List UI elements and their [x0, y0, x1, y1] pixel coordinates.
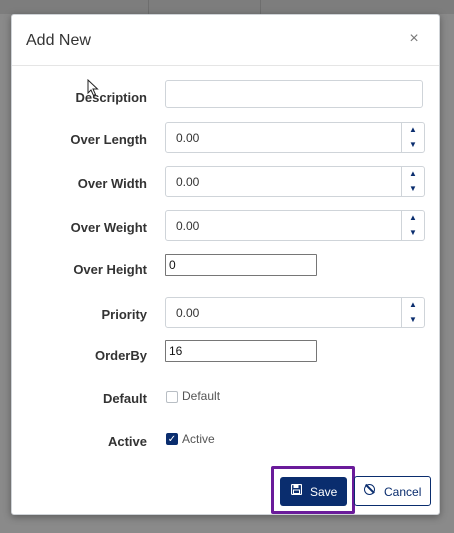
priority-value: 0.00	[176, 306, 200, 320]
priority-stepper[interactable]: 0.00 ▲ ▼	[165, 297, 425, 328]
checkmark-icon: ✓	[167, 434, 177, 445]
over-height-label: Over Height	[73, 262, 147, 277]
default-checkbox[interactable]	[166, 391, 178, 403]
save-button[interactable]: Save	[280, 477, 347, 506]
over-length-stepper[interactable]: 0.00 ▲ ▼	[165, 122, 425, 153]
active-checkbox[interactable]: ✓	[166, 433, 178, 445]
caret-down-icon[interactable]: ▼	[402, 138, 424, 152]
description-label: Description	[75, 90, 147, 105]
active-checkbox-label[interactable]: Active	[182, 432, 215, 446]
order-by-label: OrderBy	[94, 348, 147, 363]
background-divider	[260, 0, 261, 14]
over-weight-label: Over Weight	[70, 220, 147, 235]
caret-up-icon[interactable]: ▲	[402, 211, 424, 225]
caret-up-icon[interactable]: ▲	[402, 167, 424, 181]
over-weight-stepper[interactable]: 0.00 ▲ ▼	[165, 210, 425, 241]
caret-up-icon[interactable]: ▲	[402, 298, 424, 312]
priority-spinner: ▲ ▼	[401, 298, 424, 327]
ban-icon	[364, 484, 375, 495]
save-button-label: Save	[310, 485, 338, 499]
over-width-value: 0.00	[176, 175, 200, 189]
default-checkbox-label[interactable]: Default	[182, 389, 220, 403]
caret-down-icon[interactable]: ▼	[402, 226, 424, 240]
over-length-label: Over Length	[70, 132, 147, 147]
caret-up-icon[interactable]: ▲	[402, 123, 424, 137]
cancel-button[interactable]: Cancel	[354, 476, 431, 506]
over-length-spinner: ▲ ▼	[401, 123, 424, 152]
dialog-title: Add New	[26, 32, 91, 49]
background-header-strip	[0, 0, 454, 14]
order-by-input[interactable]: 16	[165, 340, 317, 362]
default-label: Default	[102, 391, 147, 406]
close-icon[interactable]: ×	[405, 30, 423, 48]
over-width-spinner: ▲ ▼	[401, 167, 424, 196]
over-weight-value: 0.00	[176, 219, 200, 233]
floppy-disk-icon	[290, 483, 303, 498]
add-new-dialog: Add New × Description Over Length 0.00 ▲…	[11, 14, 440, 515]
dialog-header: Add New ×	[12, 15, 439, 66]
cancel-button-label: Cancel	[384, 485, 422, 499]
over-width-stepper[interactable]: 0.00 ▲ ▼	[165, 166, 425, 197]
priority-label: Priority	[101, 307, 147, 322]
over-width-label: Over Width	[77, 176, 147, 191]
active-label: Active	[107, 434, 147, 449]
description-input[interactable]	[165, 80, 423, 108]
caret-down-icon[interactable]: ▼	[402, 182, 424, 196]
caret-down-icon[interactable]: ▼	[402, 313, 424, 327]
over-height-input[interactable]: 0	[165, 254, 317, 276]
over-weight-spinner: ▲ ▼	[401, 211, 424, 240]
over-length-value: 0.00	[176, 131, 200, 145]
background-divider	[148, 0, 149, 14]
